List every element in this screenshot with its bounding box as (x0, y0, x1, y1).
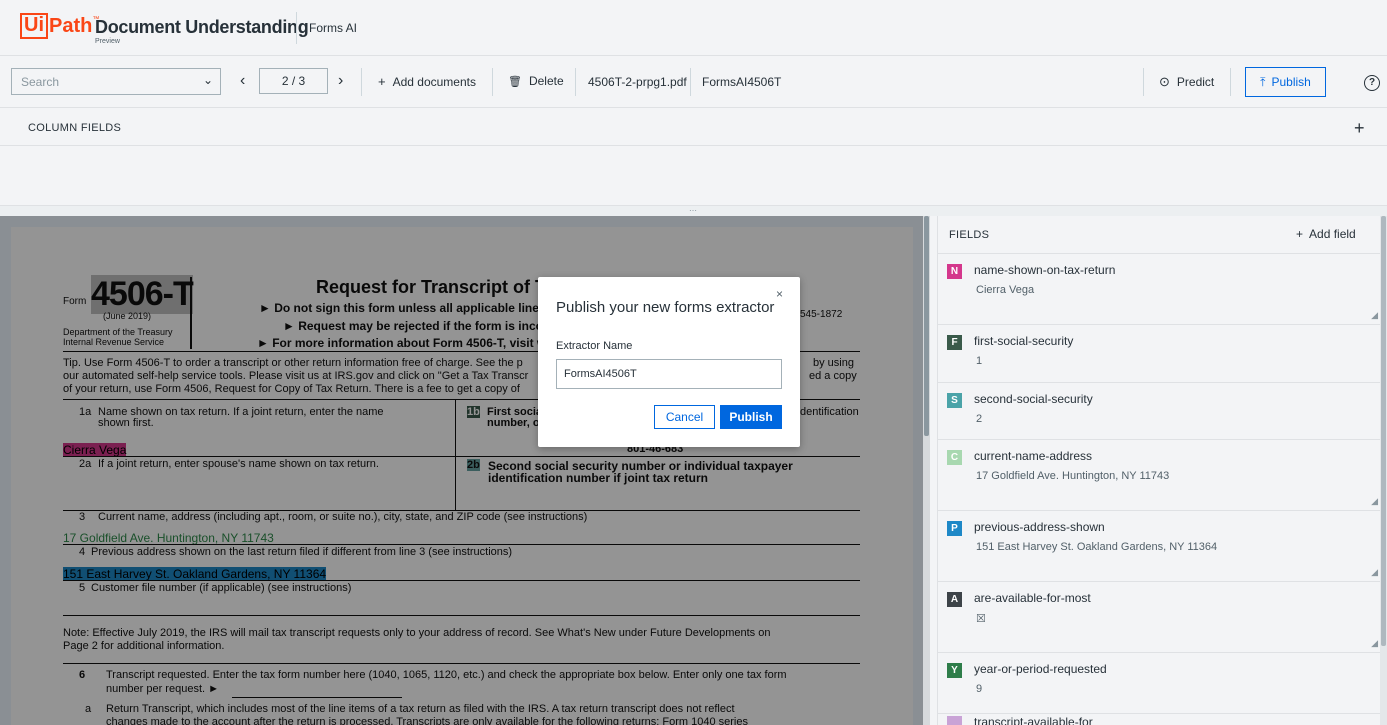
header-divider (296, 12, 297, 44)
field-name: year-or-period-requested (974, 662, 1107, 676)
file-name: 4506T-2-prpg1.pdf (588, 75, 687, 89)
next-page-button[interactable]: › (338, 72, 343, 90)
field-badge (947, 716, 962, 725)
field-value[interactable]: 9 (976, 683, 982, 695)
pane-splitter[interactable]: ⋯ (0, 206, 1387, 216)
search-placeholder: Search (21, 75, 60, 89)
plus-icon: + (378, 74, 386, 89)
drag-handle-icon[interactable]: ⋯ (689, 206, 698, 215)
toolbar-divider (690, 68, 691, 96)
resize-handle-icon[interactable]: ◢ (1371, 496, 1378, 507)
logo-boxed-text: Ui (20, 13, 48, 39)
delete-button[interactable]: 🗑 Delete (508, 74, 564, 88)
plus-icon: + (1296, 227, 1304, 241)
page-indicator-input[interactable]: 2 / 3 (259, 68, 328, 94)
fields-panel: FIELDS + Add field N name-shown-on-tax-r… (937, 216, 1381, 725)
field-name: current-name-address (974, 449, 1093, 463)
field-name: name-shown-on-tax-return (974, 263, 1116, 277)
add-field-label: Add field (1309, 227, 1356, 241)
toolbar-divider (492, 68, 493, 96)
extractor-name: FormsAI4506T (702, 75, 782, 89)
add-field-button[interactable]: + Add field (1296, 227, 1356, 241)
field-value[interactable]: 1 (976, 355, 982, 367)
field-badge: A (947, 592, 962, 607)
dialog-title: Publish your new forms extractor (556, 299, 775, 316)
section-title: Forms AI (309, 21, 358, 35)
dialog-publish-button[interactable]: Publish (720, 405, 782, 429)
field-item[interactable]: C current-name-address 17 Goldfield Ave.… (938, 440, 1381, 511)
close-icon[interactable]: × (776, 287, 783, 301)
app-header: Ui Path ™ Document Understanding Preview… (0, 0, 1387, 56)
help-icon[interactable]: ? (1364, 75, 1380, 91)
resize-handle-icon[interactable]: ◢ (1371, 638, 1378, 649)
delete-label: Delete (528, 74, 564, 88)
toolbar-divider (1230, 68, 1231, 96)
resize-handle-icon[interactable]: ◢ (1371, 310, 1378, 321)
fields-scrollbar-thumb[interactable] (1381, 216, 1386, 646)
column-fields-title: COLUMN FIELDS (28, 122, 122, 134)
uipath-logo: Ui Path ™ (20, 13, 99, 39)
field-item[interactable]: transcript-available-for (938, 714, 1381, 725)
chevron-down-icon: ⌄ (202, 73, 213, 87)
publish-icon: ⤒ (1260, 74, 1266, 89)
field-badge: P (947, 521, 962, 536)
field-item[interactable]: S second-social-security 2 (938, 383, 1381, 440)
field-item[interactable]: P previous-address-shown 151 East Harvey… (938, 511, 1381, 582)
resize-handle-icon[interactable]: ◢ (1371, 567, 1378, 578)
column-fields-area (0, 146, 1387, 206)
predict-button[interactable]: ⊙ Predict (1159, 74, 1214, 90)
field-value[interactable]: 17 Goldfield Ave. Huntington, NY 11743 (976, 470, 1169, 482)
extractor-name-label: Extractor Name (556, 340, 633, 352)
toolbar-divider (575, 68, 576, 96)
field-item[interactable]: F first-social-security 1 (938, 325, 1381, 383)
search-dropdown[interactable]: Search ⌄ (11, 68, 221, 95)
predict-icon: ⊙ (1159, 74, 1170, 89)
field-name: previous-address-shown (974, 520, 1105, 534)
field-name: transcript-available-for (974, 715, 1093, 725)
field-name: first-social-security (974, 334, 1074, 348)
column-fields-header: COLUMN FIELDS + (0, 108, 1387, 146)
app-title: Document Understanding (95, 17, 309, 37)
fields-title: FIELDS (949, 229, 990, 241)
field-value[interactable]: 2 (976, 413, 982, 425)
document-scrollbar-thumb[interactable] (924, 216, 929, 436)
publish-label: Publish (1271, 75, 1311, 89)
extractor-name-input[interactable] (556, 359, 782, 389)
field-item[interactable]: N name-shown-on-tax-return Cierra Vega ◢ (938, 254, 1381, 325)
field-badge: S (947, 393, 962, 408)
add-documents-label: Add documents (392, 74, 476, 89)
field-item[interactable]: Y year-or-period-requested 9 (938, 653, 1381, 714)
add-column-field-icon[interactable]: + (1354, 118, 1365, 139)
field-badge: N (947, 264, 962, 279)
publish-dialog: Publish your new forms extractor × Extra… (538, 277, 800, 447)
document-toolbar: Search ⌄ ‹ 2 / 3 › + Add documents 🗑 Del… (0, 56, 1387, 108)
toolbar-divider (361, 68, 362, 96)
trash-icon: 🗑 (508, 75, 522, 88)
checkbox-value-icon[interactable]: ☒ (976, 612, 986, 625)
field-name: second-social-security (974, 392, 1093, 406)
app-preview-label: Preview (95, 38, 120, 45)
add-documents-button[interactable]: + Add documents (378, 74, 476, 89)
previous-page-button[interactable]: ‹ (240, 72, 245, 90)
field-badge: F (947, 335, 962, 350)
toolbar-divider (1143, 68, 1144, 96)
cancel-button[interactable]: Cancel (654, 405, 715, 429)
field-value[interactable]: 151 East Harvey St. Oakland Gardens, NY … (976, 541, 1217, 553)
field-item[interactable]: A are-available-for-most ☒ ◢ (938, 582, 1381, 653)
field-name: are-available-for-most (974, 591, 1091, 605)
field-badge: Y (947, 663, 962, 678)
fields-header: FIELDS + Add field (938, 216, 1381, 254)
logo-text: Path (49, 15, 93, 37)
field-value[interactable]: Cierra Vega (976, 284, 1034, 296)
publish-button[interactable]: ⤒ Publish (1245, 67, 1326, 97)
predict-label: Predict (1176, 75, 1215, 89)
field-badge: C (947, 450, 962, 465)
